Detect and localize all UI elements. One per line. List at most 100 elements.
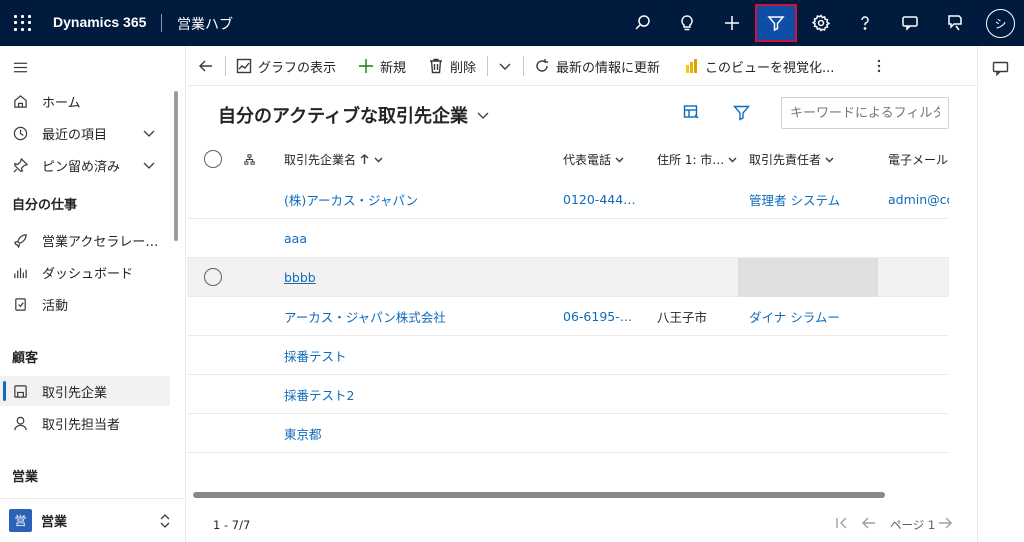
more-commands-button[interactable] [871,46,893,86]
chat-icon[interactable] [992,60,1009,81]
visualize-button[interactable]: このビューを視覚化... [683,46,834,86]
account-name-link[interactable]: アーカス・ジャパン株式会社 [284,297,446,335]
chevron-down-icon [499,63,511,70]
page-title: 自分のアクティブな取引先企業 [218,106,469,127]
account-name-link[interactable]: 採番テスト [284,336,347,374]
lightbulb-icon[interactable] [672,8,702,38]
column-header-owner[interactable]: 取引先責任者 [749,144,835,174]
dashboard-icon [12,264,28,280]
table-row[interactable]: bbbb [187,258,949,297]
avatar[interactable]: シ [986,9,1015,38]
grid-footer: 1 - 7/7 ページ 1 [187,508,977,542]
city-cell: 八王子市 [657,309,708,325]
sitemap-item-pinned[interactable]: ピン留め済み [0,150,170,180]
data-grid: 取引先企業名 代表電話 住所 1: 市… 取引先責任者 電子メール (株)アーカ… [187,144,949,494]
account-name-link[interactable]: aaa [284,219,307,257]
column-header-name[interactable]: 取引先企業名 [284,144,384,174]
account-name-link[interactable]: bbbb [284,258,316,296]
edit-filters-icon[interactable] [732,104,751,125]
column-header-label: 取引先責任者 [749,152,822,167]
owner-link[interactable]: 管理者 システム [749,180,840,218]
previous-page-icon[interactable] [862,516,876,533]
sitemap-item-activities[interactable]: 活動 [0,289,170,319]
table-row[interactable]: アーカス・ジャパン株式会社 06-6195-… 八王子市 ダイナ シラムー [187,297,949,336]
next-page-icon[interactable] [938,516,952,533]
phone-link[interactable]: 06-6195-… [563,297,632,335]
sitemap-item-label: ダッシュボード [42,266,134,282]
filter-icon[interactable] [755,4,797,42]
powerbi-icon [686,59,697,73]
app-launcher-icon[interactable] [9,11,33,35]
email-link[interactable]: admin@co [888,180,949,218]
sitemap-item-home[interactable]: ホーム [0,86,170,116]
divider [487,56,488,76]
column-header-phone[interactable]: 代表電話 [563,144,625,174]
phone-link[interactable]: 0120-444… [563,180,636,218]
back-button[interactable] [198,46,220,86]
account-name-link[interactable]: 東京都 [284,414,322,452]
hamburger-icon [12,59,28,75]
sitemap-item-accounts[interactable]: 取引先企業 [0,376,170,406]
table-row[interactable]: 採番テスト [187,336,949,375]
main-content: 自分のアクティブな取引先企業 取引先企業名 代表電話 [187,86,977,542]
assist-icon[interactable] [940,8,970,38]
area-switcher[interactable]: 営 営業 [0,498,186,542]
hamburger-button[interactable] [0,52,170,82]
table-row[interactable]: 採番テスト2 [187,375,949,414]
grid-header-row: 取引先企業名 代表電話 住所 1: 市… 取引先責任者 電子メール [187,144,949,174]
select-all-radio[interactable] [204,144,222,174]
activity-icon [12,296,28,312]
more-icon [877,59,881,73]
sitemap-item-sales-accelerator[interactable]: 営業アクセラレー… [0,225,170,255]
area-label: 営業 [41,515,68,530]
first-page-icon[interactable] [835,516,849,533]
account-name-link[interactable]: (株)アーカス・ジャパン [284,180,418,218]
column-header-city[interactable]: 住所 1: 市… [657,144,738,174]
group-title: 自分の仕事 [12,198,78,213]
command-bar: グラフの表示 新規 削除 最新の情報に更新 このビューを視覚化... [187,46,977,86]
column-header-label: 代表電話 [563,152,612,167]
search-icon[interactable] [628,8,658,38]
chevron-down-icon [728,157,737,162]
more-delete-dropdown[interactable] [497,46,519,86]
table-row[interactable]: aaa [187,219,949,258]
brand-name[interactable]: Dynamics 365 [53,14,146,30]
view-selector[interactable]: 自分のアクティブな取引先企業 [218,102,490,128]
new-button[interactable]: 新規 [358,46,406,86]
delete-button[interactable]: 削除 [428,46,476,86]
button-label: 最新の情報に更新 [556,60,661,76]
scrollbar[interactable] [174,91,178,241]
chevron-down-icon [615,157,624,162]
right-rail [977,46,1024,542]
group-title: 営業 [12,470,39,485]
edit-columns-icon[interactable] [683,104,700,125]
sitemap-item-recent[interactable]: 最近の項目 [0,118,170,148]
chevron-down-icon [477,112,489,119]
app-name[interactable]: 営業ハブ [177,14,233,34]
keyword-filter-input[interactable] [781,97,949,129]
table-row[interactable]: 東京都 [187,414,949,453]
sitemap-item-label: 取引先企業 [42,385,108,401]
clock-icon [12,125,28,141]
settings-icon[interactable] [806,8,836,38]
column-header-email[interactable]: 電子メール (既 [888,144,949,174]
row-select-radio[interactable] [204,258,222,296]
table-row[interactable]: (株)アーカス・ジャパン 0120-444… 管理者 システム admin@co [187,180,949,219]
sitemap-item-dashboard[interactable]: ダッシュボード [0,257,170,287]
feedback-icon[interactable] [895,8,925,38]
rocket-icon [12,232,28,248]
sitemap-item-contacts[interactable]: 取引先担当者 [0,408,170,438]
chart-icon [236,58,252,74]
account-name-link[interactable]: 採番テスト2 [284,375,354,413]
hierarchy-icon[interactable] [244,144,255,174]
help-icon[interactable] [850,8,880,38]
chevron-down-icon[interactable] [142,126,156,140]
refresh-button[interactable]: 最新の情報に更新 [534,46,660,86]
chevron-down-icon[interactable] [142,158,156,172]
horizontal-scrollbar[interactable] [193,492,885,498]
column-header-label: 電子メール (既 [888,152,949,167]
show-chart-button[interactable]: グラフの表示 [236,46,336,86]
plus-icon[interactable] [717,8,747,38]
owner-link[interactable]: ダイナ シラムー [749,297,840,335]
column-header-label: 住所 1: 市… [657,152,725,167]
